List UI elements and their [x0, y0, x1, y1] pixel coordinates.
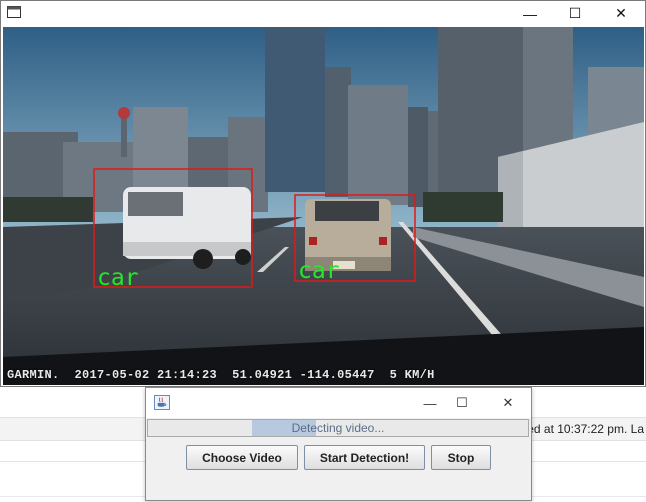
- maximize-icon: ☐: [456, 395, 468, 410]
- dialog-close-button[interactable]: ✕: [493, 394, 523, 412]
- java-cup-icon: [154, 395, 170, 410]
- overlay-brand: GARMIN.: [7, 368, 60, 382]
- detection-progress-bar: Detecting video...: [147, 419, 529, 437]
- progress-text: Detecting video...: [291, 421, 385, 435]
- minimize-icon: —: [423, 395, 437, 411]
- overlay-speed: 5 KM/H: [389, 368, 435, 382]
- dashcam-scene: car car: [3, 27, 644, 385]
- minimize-icon: —: [523, 5, 537, 22]
- detector-dialog-titlebar[interactable]: — ☐ ✕: [146, 388, 531, 418]
- detection-label: car: [298, 258, 340, 284]
- overlay-coordinates: 51.04921 -114.05447: [232, 368, 375, 382]
- maximize-icon: ☐: [568, 5, 582, 21]
- maximize-button[interactable]: ☐: [552, 1, 598, 26]
- close-icon: ✕: [502, 395, 514, 410]
- start-detection-button[interactable]: Start Detection!: [304, 445, 425, 470]
- dashcam-overlay: GARMIN. 2017-05-02 21:14:23 51.04921 -11…: [7, 368, 435, 382]
- video-frame: car car GARMIN. 2017-05-02 21:14:23 51.0…: [3, 27, 644, 385]
- detection-label: car: [97, 265, 139, 291]
- close-icon: ✕: [615, 5, 627, 21]
- video-window: — ☐ ✕ car car GARMIN. 2017-05-02 21:14:2…: [0, 0, 646, 387]
- stop-button[interactable]: Stop: [431, 445, 491, 470]
- minimize-button[interactable]: —: [507, 1, 553, 26]
- detector-dialog: — ☐ ✕ Detecting video... Choose Video St…: [145, 387, 532, 501]
- close-button[interactable]: ✕: [598, 1, 644, 26]
- van-shape: [123, 187, 251, 269]
- dialog-maximize-button[interactable]: ☐: [447, 394, 477, 412]
- background-status-text: ved at 10:37:22 pm. La: [521, 422, 644, 436]
- overlay-datetime: 2017-05-02 21:14:23: [74, 368, 218, 382]
- dialog-minimize-button[interactable]: —: [415, 394, 445, 412]
- java-app-icon: [7, 6, 21, 18]
- choose-video-button[interactable]: Choose Video: [186, 445, 298, 470]
- video-window-titlebar[interactable]: — ☐ ✕: [1, 1, 645, 26]
